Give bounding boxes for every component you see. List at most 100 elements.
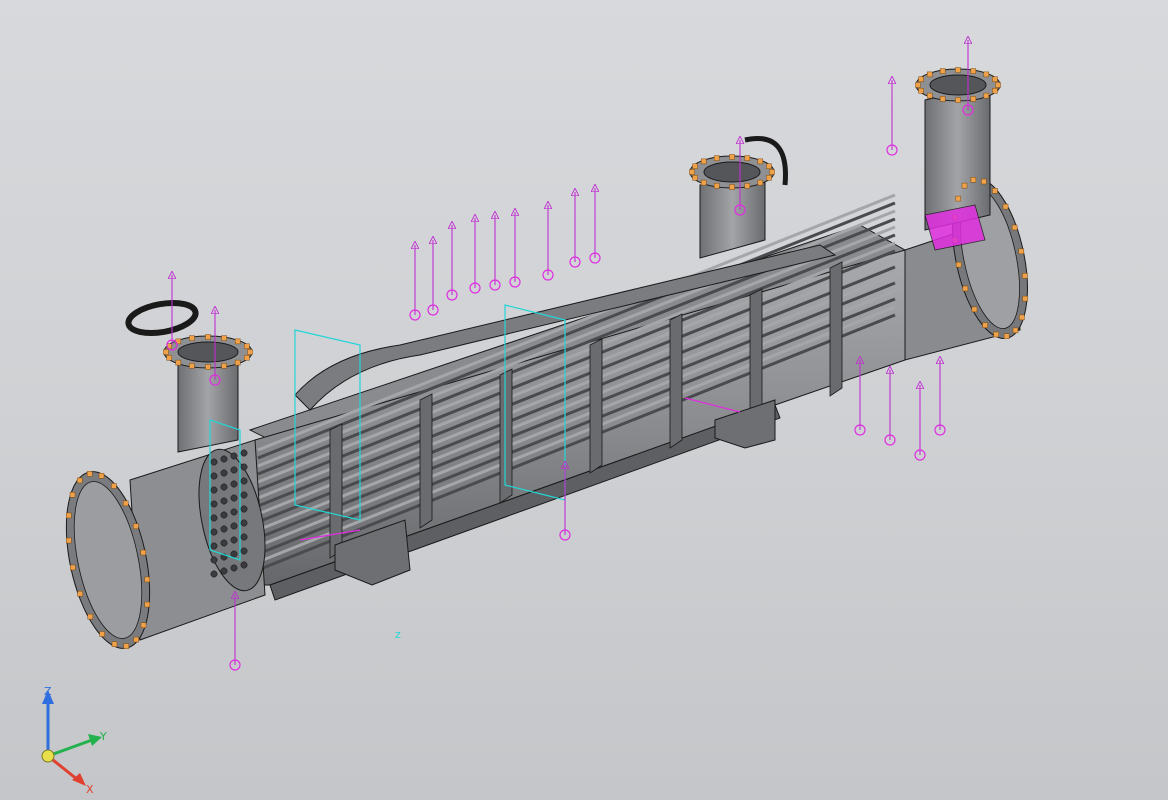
bolt <box>983 92 990 99</box>
bolt <box>729 154 735 160</box>
bolt <box>713 155 720 161</box>
bolt <box>1012 327 1019 334</box>
tube-hole <box>240 519 248 527</box>
bolt <box>140 549 146 556</box>
tube-hole <box>230 550 238 558</box>
bolt <box>970 68 977 74</box>
bolt <box>939 96 946 102</box>
bolt <box>234 338 241 345</box>
bolt <box>729 184 735 190</box>
tube-hole <box>210 528 218 536</box>
baffle <box>499 368 513 504</box>
tube-hole <box>230 494 238 502</box>
tube-hole <box>220 455 228 463</box>
tube-hole <box>240 505 248 513</box>
bolt <box>982 322 988 328</box>
bolt <box>692 174 698 181</box>
tube-hole <box>240 449 248 457</box>
baffle <box>669 313 683 449</box>
baffle <box>829 261 843 397</box>
tube-hole <box>240 547 248 555</box>
tube-hole <box>220 539 228 547</box>
triad-origin <box>41 749 55 763</box>
bolt <box>744 155 751 161</box>
bolt <box>205 334 211 340</box>
tube-hole <box>230 508 238 516</box>
bolt <box>939 68 946 74</box>
tube-hole <box>230 480 238 488</box>
bolt <box>981 178 987 185</box>
bolt <box>122 500 129 507</box>
bolt <box>713 183 720 189</box>
bolt <box>1022 273 1028 279</box>
bolt <box>993 331 999 338</box>
bolt <box>99 631 105 637</box>
tube-hole <box>240 477 248 485</box>
bolt <box>111 641 118 647</box>
bolt <box>77 590 83 597</box>
bolt <box>692 163 698 170</box>
bolt <box>926 71 933 78</box>
bolt <box>166 354 172 361</box>
bolt <box>757 158 764 165</box>
bolt <box>926 92 933 99</box>
bolt <box>992 76 998 83</box>
bolt <box>970 96 977 102</box>
tube-hole <box>230 564 238 572</box>
bolt <box>140 622 147 628</box>
baffle <box>749 288 763 424</box>
tube-hole <box>220 469 228 477</box>
bolt <box>1019 314 1025 321</box>
bolt <box>992 188 998 194</box>
baffle <box>419 393 433 529</box>
y-axis <box>47 738 93 758</box>
tube-hole <box>240 491 248 499</box>
bolt <box>915 82 921 88</box>
bolt <box>1003 333 1010 340</box>
middle-top-nozzle[interactable] <box>689 136 788 259</box>
tube-hole <box>220 483 228 491</box>
x-axis-label: X <box>86 783 94 796</box>
bolt <box>918 87 924 94</box>
tube-hole <box>210 458 218 466</box>
bolt <box>700 179 707 186</box>
bolt <box>66 537 72 544</box>
bolt <box>69 492 76 498</box>
left-channel-head[interactable] <box>52 439 276 656</box>
bolt <box>221 363 227 369</box>
left-nozzle[interactable] <box>125 298 253 453</box>
heat-exchanger-model[interactable]: z <box>0 0 1168 800</box>
bolt <box>992 87 998 94</box>
tube-hole <box>210 570 218 578</box>
orientation-triad[interactable]: Z Y X <box>20 680 140 800</box>
bolt <box>175 359 182 366</box>
bolt <box>689 169 695 175</box>
tube-hole <box>210 542 218 550</box>
tube-hole <box>210 486 218 494</box>
bolt <box>961 182 968 189</box>
baffle <box>329 423 343 559</box>
tube-hole <box>230 466 238 474</box>
tube-hole <box>210 472 218 480</box>
bolt <box>76 477 83 484</box>
bolt <box>955 261 962 268</box>
baffle <box>589 338 603 474</box>
bolt <box>1002 203 1009 210</box>
tube-hole <box>230 522 238 530</box>
x-axis-arrow-icon <box>72 773 86 786</box>
tube-hole <box>240 463 248 471</box>
tube-hole <box>220 567 228 575</box>
tube-hole <box>240 561 248 569</box>
bolt <box>955 67 961 73</box>
bolt <box>133 523 139 530</box>
bolt <box>189 335 195 341</box>
bolt <box>757 179 764 186</box>
bolt <box>244 354 250 361</box>
bolt <box>221 335 227 341</box>
bolt <box>111 483 117 489</box>
tube-hole <box>240 533 248 541</box>
tube-hole <box>220 511 228 519</box>
bolt <box>1022 295 1028 302</box>
3d-model-viewport[interactable]: z Z Y X <box>0 0 1168 800</box>
tube-hole <box>220 525 228 533</box>
